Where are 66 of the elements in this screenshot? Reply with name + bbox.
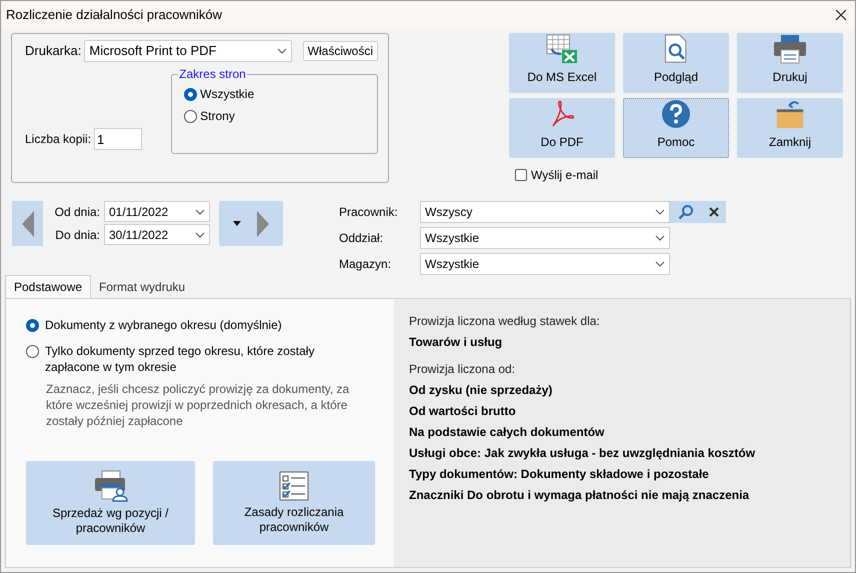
radio-label: Strony (200, 108, 235, 125)
filter-dropdown[interactable]: Wszyscy (420, 201, 670, 223)
chevron-down-icon (276, 48, 287, 54)
radio-label: Tylko dokumenty sprzed tego okresu, które zostały zapłacone w tym okresie (45, 343, 316, 375)
filter-dropdown[interactable]: Wszystkie (420, 253, 670, 275)
checklist-icon (279, 471, 309, 501)
clear-icon[interactable] (708, 207, 718, 217)
printer-icon (773, 34, 807, 64)
hint-text: Zaznacz, jeśli chcesz policzyć prowizję za dokumenty, za które wcześniej prowizji w poprzednich okresach, a które zostały później zapłacone (46, 381, 350, 429)
radio-button[interactable] (184, 88, 198, 100)
page-range-title: Zakres stron (178, 67, 247, 81)
action-button[interactable]: Zamknij (737, 98, 843, 158)
summary-value: Usługi obce: Jak zwykła usługa - bez uwzględniania kosztów (409, 445, 756, 462)
summary-heading: Prowizja liczona według stawek dla: (409, 313, 601, 330)
close-icon[interactable] (835, 9, 847, 21)
copies-label: Liczba kopii: (25, 131, 92, 148)
right-triangle-icon (257, 210, 269, 236)
action-button[interactable]: Drukuj (737, 33, 843, 93)
question-icon (661, 99, 691, 129)
chevron-down-icon (655, 209, 665, 215)
checkbox-label: Wyślij e-mail (531, 167, 598, 184)
filter-label: Magazyn: (339, 256, 392, 273)
chevron-down-icon (655, 261, 665, 267)
date-picker[interactable]: 01/11/2022 (104, 201, 210, 222)
printer-dropdown[interactable]: Microsoft Print to PDF (84, 40, 292, 62)
summary-value: Znaczniki Do obrotu i wymaga płatności nie mają znaczenia (409, 487, 750, 504)
date-label: Do dnia: (54, 226, 100, 244)
printer-label: Drukarka: (25, 42, 82, 60)
properties-button[interactable]: Właściwości (302, 41, 378, 61)
summary-value: Na podstawie całych dokumentów (409, 424, 606, 441)
summary-heading: Prowizja liczona od: (409, 361, 516, 378)
radio-button[interactable] (26, 345, 39, 358)
tab[interactable]: Format wydruku (91, 275, 194, 298)
search-icon[interactable] (678, 204, 694, 220)
action-button[interactable]: Do PDF (509, 98, 615, 158)
folder-return-icon (775, 99, 805, 129)
summary-value: Od zysku (nie sprzedaży) (409, 382, 554, 399)
summary-value: Towarów i usług (409, 334, 504, 351)
date-label: Od dnia: (54, 204, 100, 220)
chevron-down-icon (195, 232, 205, 238)
action-button[interactable]: Pomoc (623, 98, 729, 158)
radio-label: Dokumenty z wybranego okresu (domyślnie) (45, 317, 283, 333)
chevron-down-icon (195, 208, 205, 214)
radio-button[interactable] (184, 110, 198, 122)
chevron-down-icon (655, 235, 665, 241)
action-button[interactable]: Podgląd (623, 33, 729, 93)
window-title: Rozliczenie działalności pracowników (6, 6, 222, 24)
filter-label: Oddział: (339, 230, 384, 247)
report-button[interactable]: Sprzedaż wg pozycji / pracowników (26, 461, 195, 545)
copies-field[interactable]: 1 (94, 128, 142, 150)
date-picker[interactable]: 30/11/2022 (104, 224, 210, 245)
caret-icon (233, 221, 241, 226)
radio-button[interactable] (26, 319, 39, 332)
radio-label: Wszystkie (200, 86, 254, 103)
action-button[interactable]: Do MS Excel (509, 33, 615, 93)
summary-value: Od wartości brutto (409, 403, 517, 420)
left-triangle-icon (22, 210, 34, 236)
report-button[interactable]: Zasady rozliczania pracowników (213, 461, 375, 545)
printer-person-icon (94, 470, 128, 502)
filter-label: Pracownik: (339, 204, 399, 221)
pdf-icon (550, 99, 574, 129)
tab[interactable]: Podstawowe (5, 275, 92, 298)
filter-dropdown[interactable]: Wszystkie (420, 227, 670, 249)
checkbox[interactable] (515, 169, 527, 181)
spreadsheet-export-icon (544, 34, 580, 64)
summary-value: Typy dokumentów: Dokumenty składowe i pozostałe (409, 466, 710, 483)
